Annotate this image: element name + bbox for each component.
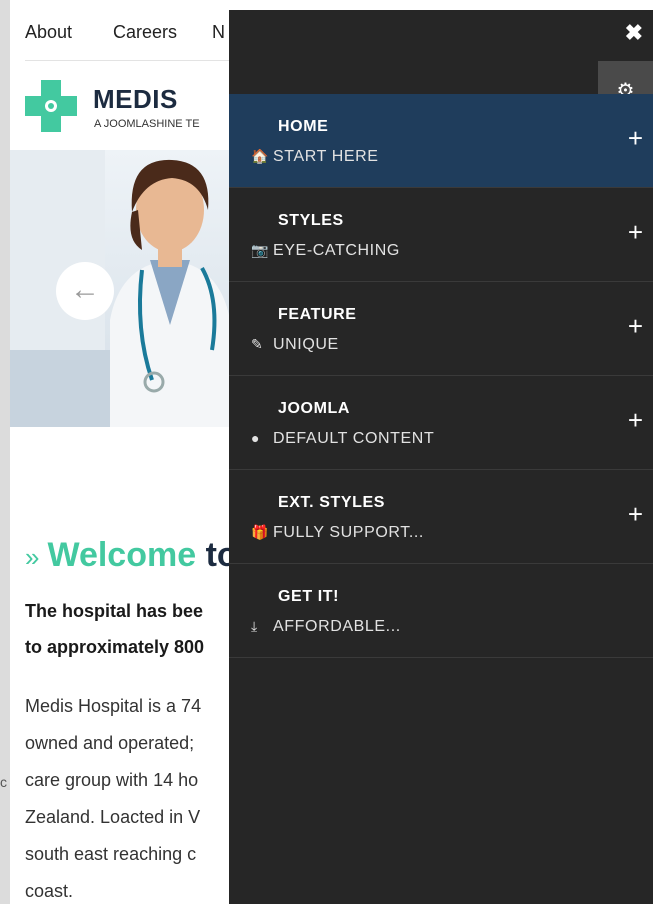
menu-item-styles[interactable]: STYLES 📷 EYE-CATCHING +	[229, 188, 653, 282]
menu-item-title: FEATURE	[278, 306, 357, 323]
home-icon: 🏠	[251, 148, 270, 164]
expand-plus-icon[interactable]: +	[628, 313, 643, 339]
menu-item-ext-styles[interactable]: EXT. STYLES 🎁 FULLY SUPPORT... +	[229, 470, 653, 564]
menu-item-subtitle: 🎁 FULLY SUPPORT...	[251, 524, 424, 542]
menu-item-subtitle-text: DEFAULT CONTENT	[273, 430, 435, 447]
menu-item-subtitle-text: START HERE	[273, 148, 379, 165]
menu-item-title: HOME	[278, 118, 329, 135]
menu-item-feature[interactable]: FEATURE ✎ UNIQUE +	[229, 282, 653, 376]
brand-tagline: A JOOMLASHINE TE	[94, 118, 200, 130]
stray-character: c	[0, 774, 7, 790]
download-icon: ⤓	[251, 618, 258, 634]
menu-item-title: EXT. STYLES	[278, 494, 386, 511]
raquo-icon: »	[25, 542, 40, 572]
menu-item-subtitle: ✎ UNIQUE	[251, 336, 339, 354]
nav-link-about[interactable]: About	[25, 22, 72, 43]
close-icon[interactable]: ✖	[625, 22, 643, 44]
menu-item-joomla[interactable]: JOOMLA ● DEFAULT CONTENT +	[229, 376, 653, 470]
menu-list: HOME 🏠 START HERE + STYLES 📷 EYE-CATCHING …	[229, 94, 653, 658]
menu-item-subtitle: 🏠 START HERE	[251, 148, 379, 166]
menu-item-subtitle: ⤓ AFFORDABLE...	[251, 618, 401, 636]
menu-item-home[interactable]: HOME 🏠 START HERE +	[229, 94, 653, 188]
menu-item-get-it[interactable]: GET IT! ⤓ AFFORDABLE...	[229, 564, 653, 658]
logo-cross-icon	[25, 80, 77, 132]
globe-icon: ●	[251, 430, 261, 446]
menu-item-subtitle-text: EYE-CATCHING	[273, 242, 400, 259]
offcanvas-menu: ✖ ⚙ HOME 🏠 START HERE + STYLES 📷 EYE-CATCH…	[229, 10, 653, 904]
menu-item-title: JOOMLA	[278, 400, 351, 417]
expand-plus-icon[interactable]: +	[628, 219, 643, 245]
menu-item-subtitle: 📷 EYE-CATCHING	[251, 242, 400, 260]
welcome-word: Welcome	[47, 536, 197, 574]
nav-link-partial[interactable]: N	[212, 22, 225, 43]
menu-item-subtitle-text: FULLY SUPPORT...	[273, 524, 424, 541]
page-left-edge	[0, 0, 10, 904]
menu-item-title: GET IT!	[278, 588, 340, 605]
camera-icon: 📷	[251, 242, 270, 258]
brand-name: MEDIS	[93, 84, 178, 114]
expand-plus-icon[interactable]: +	[628, 125, 643, 151]
menu-item-title: STYLES	[278, 212, 344, 229]
expand-plus-icon[interactable]: +	[628, 407, 643, 433]
magic-wand-icon: ✎	[251, 336, 264, 352]
menu-item-subtitle-text: UNIQUE	[273, 336, 339, 353]
nav-link-careers[interactable]: Careers	[113, 22, 177, 43]
welcome-heading: » Welcome to	[25, 536, 238, 575]
menu-item-subtitle-text: AFFORDABLE...	[273, 618, 401, 635]
slider-prev-button[interactable]: ←	[56, 262, 114, 320]
expand-plus-icon[interactable]: +	[628, 501, 643, 527]
gift-icon: 🎁	[251, 524, 270, 540]
menu-item-subtitle: ● DEFAULT CONTENT	[251, 430, 434, 448]
